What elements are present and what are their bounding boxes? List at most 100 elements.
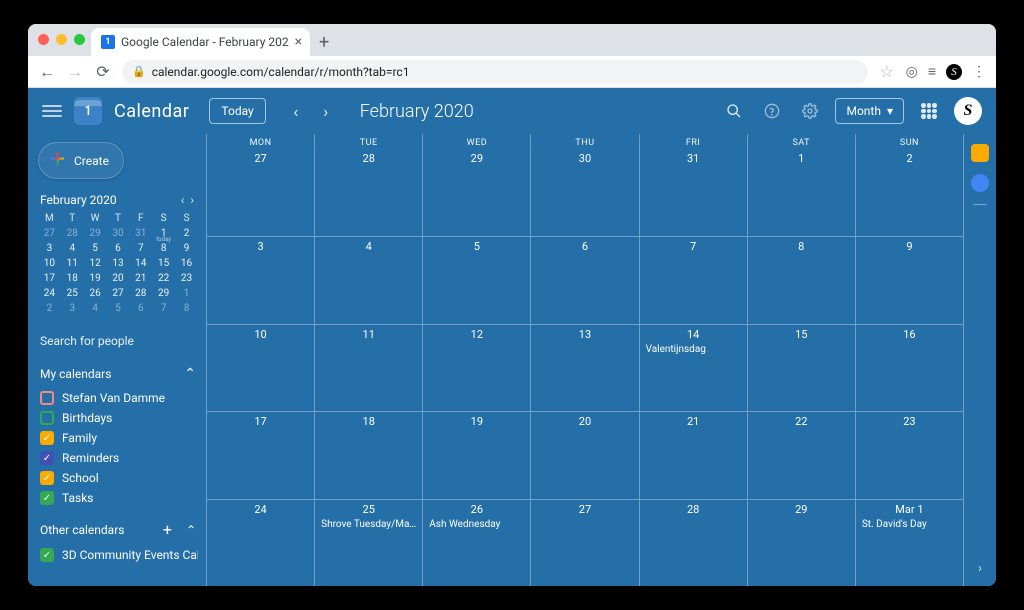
calendar-checkbox[interactable]: ✓ xyxy=(40,548,54,562)
mini-day[interactable]: 25 xyxy=(61,286,84,301)
day-cell[interactable]: 18 xyxy=(315,412,423,498)
mini-day[interactable]: 13 xyxy=(107,256,130,271)
day-cell[interactable]: 23 xyxy=(856,412,964,498)
day-cell[interactable]: 6 xyxy=(531,237,639,323)
extension-icon[interactable]: ≡ xyxy=(928,63,936,80)
event-chip[interactable]: Valentijnsdag xyxy=(644,343,743,356)
mini-calendar[interactable]: MTWTFSS 27282930311234567891011121314151… xyxy=(38,211,198,316)
calendar-checkbox[interactable]: ✓ xyxy=(40,471,54,485)
mini-prev-button[interactable]: ‹ xyxy=(179,193,187,207)
mini-day[interactable]: 2 xyxy=(175,226,198,241)
mini-day[interactable]: 4 xyxy=(84,301,107,316)
day-cell[interactable]: 30 xyxy=(531,149,639,236)
hide-side-panel-button[interactable]: › xyxy=(970,558,990,578)
mini-day[interactable]: 27 xyxy=(38,226,61,241)
day-cell[interactable]: 8 xyxy=(748,237,856,323)
mini-day[interactable]: 29 xyxy=(84,226,107,241)
other-calendars-toggle[interactable]: Other calendars + ⌃ xyxy=(38,516,198,543)
day-cell[interactable]: 21 xyxy=(640,412,748,498)
mini-day[interactable]: 17 xyxy=(38,271,61,286)
my-calendars-toggle[interactable]: My calendars ⌃ xyxy=(38,362,198,386)
day-cell[interactable]: 13 xyxy=(531,325,639,411)
tab-close-icon[interactable]: × xyxy=(295,34,302,50)
settings-icon[interactable] xyxy=(797,98,823,124)
day-cell[interactable]: 26Ash Wednesday xyxy=(423,500,531,586)
day-cell[interactable]: 31 xyxy=(640,149,748,236)
search-people-input[interactable]: Search for people xyxy=(38,330,198,352)
tasks-icon[interactable] xyxy=(971,174,989,192)
calendar-item[interactable]: ✓3D Community Events Cal xyxy=(38,545,198,565)
mini-day[interactable]: 16 xyxy=(175,256,198,271)
day-cell[interactable]: 16 xyxy=(856,325,964,411)
calendar-checkbox[interactable]: ✓ xyxy=(40,431,54,445)
day-cell[interactable]: 10 xyxy=(207,325,315,411)
day-cell[interactable]: 29 xyxy=(423,149,531,236)
reload-button[interactable]: ⟳ xyxy=(94,62,112,81)
mini-day[interactable]: 28 xyxy=(129,286,152,301)
calendar-item[interactable]: ✓Reminders xyxy=(38,448,198,468)
main-menu-button[interactable] xyxy=(42,105,62,117)
day-cell[interactable]: 22 xyxy=(748,412,856,498)
mini-day[interactable]: 10 xyxy=(38,256,61,271)
maximize-window-icon[interactable] xyxy=(74,34,85,45)
day-cell[interactable]: 19 xyxy=(423,412,531,498)
day-cell[interactable]: 28 xyxy=(640,500,748,586)
mini-day[interactable]: 30 xyxy=(107,226,130,241)
day-cell[interactable]: Mar 1St. David's Day xyxy=(856,500,964,586)
search-icon[interactable] xyxy=(721,98,747,124)
day-cell[interactable]: 2 xyxy=(856,149,964,236)
day-cell[interactable]: 3 xyxy=(207,237,315,323)
calendar-item[interactable]: ✓School xyxy=(38,468,198,488)
calendar-checkbox[interactable] xyxy=(40,411,54,425)
extension-icon[interactable]: ◎ xyxy=(906,64,918,80)
day-cell[interactable]: 20 xyxy=(531,412,639,498)
mini-day[interactable]: 27 xyxy=(107,286,130,301)
mini-day[interactable]: 31 xyxy=(129,226,152,241)
day-cell[interactable]: 27 xyxy=(531,500,639,586)
day-cell[interactable]: 27 xyxy=(207,149,315,236)
event-chip[interactable]: St. David's Day xyxy=(860,518,959,531)
calendar-checkbox[interactable]: ✓ xyxy=(40,491,54,505)
calendar-checkbox[interactable] xyxy=(40,391,54,405)
new-tab-button[interactable]: + xyxy=(310,28,338,56)
extension-icon[interactable]: S xyxy=(946,64,962,80)
help-icon[interactable] xyxy=(759,98,785,124)
mini-day[interactable]: 22 xyxy=(152,271,175,286)
mini-day[interactable]: 7 xyxy=(129,241,152,256)
day-cell[interactable]: 4 xyxy=(315,237,423,323)
mini-day[interactable]: 8 xyxy=(175,301,198,316)
mini-day[interactable]: 3 xyxy=(61,301,84,316)
mini-day[interactable]: 26 xyxy=(84,286,107,301)
mini-day[interactable]: 23 xyxy=(175,271,198,286)
day-cell[interactable]: 17 xyxy=(207,412,315,498)
mini-day[interactable]: 1 xyxy=(175,286,198,301)
keep-icon[interactable] xyxy=(971,144,989,162)
event-chip[interactable]: Ash Wednesday xyxy=(427,518,526,531)
create-button[interactable]: ＋ Create xyxy=(38,142,124,179)
day-cell[interactable]: 11 xyxy=(315,325,423,411)
calendar-item[interactable]: Birthdays xyxy=(38,408,198,428)
mini-day[interactable]: 21 xyxy=(129,271,152,286)
day-cell[interactable]: 9 xyxy=(856,237,964,323)
next-period-button[interactable]: › xyxy=(314,99,338,123)
mini-day[interactable]: 5 xyxy=(107,301,130,316)
day-cell[interactable]: 5 xyxy=(423,237,531,323)
mini-day[interactable]: 4 xyxy=(61,241,84,256)
calendar-item[interactable]: ✓Family xyxy=(38,428,198,448)
mini-day[interactable]: 8 xyxy=(152,241,175,256)
mini-day[interactable]: 19 xyxy=(84,271,107,286)
window-controls[interactable] xyxy=(38,28,91,56)
mini-day[interactable]: 11 xyxy=(61,256,84,271)
calendar-item[interactable]: ✓Tasks xyxy=(38,488,198,508)
event-chip[interactable]: Shrove Tuesday/Mardi Gr xyxy=(319,518,418,531)
calendar-checkbox[interactable]: ✓ xyxy=(40,451,54,465)
mini-day[interactable]: 6 xyxy=(129,301,152,316)
mini-day[interactable]: 6 xyxy=(107,241,130,256)
day-cell[interactable]: 15 xyxy=(748,325,856,411)
star-icon[interactable]: ☆ xyxy=(878,62,896,81)
calendar-item[interactable]: Stefan Van Damme xyxy=(38,388,198,408)
day-cell[interactable]: 28 xyxy=(315,149,423,236)
mini-day[interactable]: 5 xyxy=(84,241,107,256)
minimize-window-icon[interactable] xyxy=(56,34,67,45)
day-cell[interactable]: 24 xyxy=(207,500,315,586)
